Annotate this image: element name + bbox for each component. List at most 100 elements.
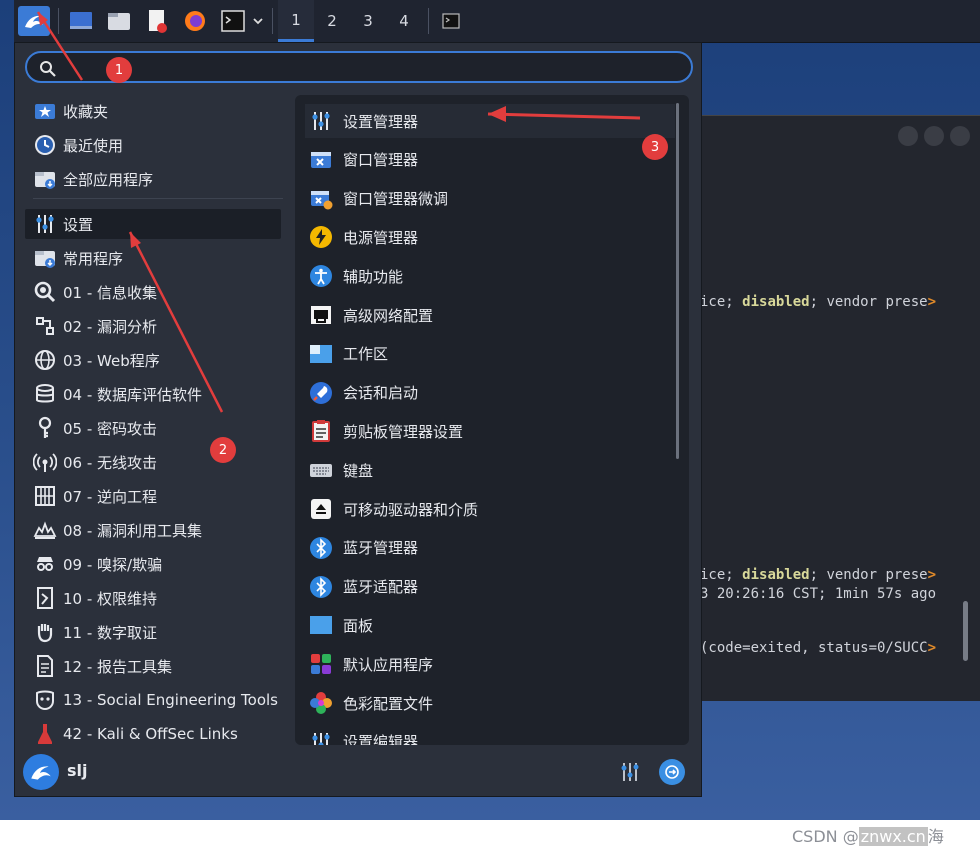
terminal-line: ice; disabled; vendor prese> bbox=[700, 567, 937, 583]
workspace-label: 2 bbox=[327, 12, 337, 30]
category-item[interactable]: 03 - Web程序 bbox=[25, 345, 281, 375]
bluetooth-icon bbox=[305, 571, 337, 603]
category-item[interactable]: 07 - 逆向工程 bbox=[25, 481, 281, 511]
category-item[interactable]: 设置 bbox=[25, 209, 281, 239]
terminal-window[interactable]: ice; disabled; vendor prese> ice; disabl… bbox=[698, 115, 980, 701]
rocket-icon bbox=[305, 377, 337, 409]
app-item[interactable]: 键盘 bbox=[305, 453, 675, 487]
terminal-dropdown-button[interactable] bbox=[250, 6, 266, 36]
terminal-scrollbar[interactable] bbox=[963, 601, 968, 661]
category-item[interactable]: 01 - 信息收集 bbox=[25, 277, 281, 307]
category-item[interactable]: 02 - 漏洞分析 bbox=[25, 311, 281, 341]
app-item[interactable]: 辅助功能 bbox=[305, 259, 675, 293]
app-item[interactable]: 默认应用程序 bbox=[305, 647, 675, 681]
settings-sliders-icon bbox=[305, 726, 337, 745]
app-item[interactable]: 设置管理器 bbox=[305, 104, 675, 138]
app-item[interactable]: 面板 bbox=[305, 608, 675, 642]
category-item[interactable]: 08 - 漏洞利用工具集 bbox=[25, 515, 281, 545]
door-icon bbox=[33, 586, 57, 610]
workspace-3[interactable]: 3 bbox=[350, 0, 386, 42]
category-label: 收藏夹 bbox=[63, 102, 109, 121]
window-button-terminal[interactable] bbox=[438, 6, 464, 36]
app-label: 工作区 bbox=[343, 345, 389, 364]
close-button[interactable] bbox=[950, 126, 970, 146]
app-item[interactable]: 高级网络配置 bbox=[305, 298, 675, 332]
workspace-label: 4 bbox=[399, 12, 409, 30]
app-item[interactable]: 色彩配置文件 bbox=[305, 686, 675, 720]
category-item[interactable]: 05 - 密码攻击 bbox=[25, 413, 281, 443]
workspace-icon bbox=[305, 338, 337, 370]
app-label: 蓝牙适配器 bbox=[343, 578, 419, 597]
key-icon bbox=[33, 416, 57, 440]
category-item[interactable]: 06 - 无线攻击 bbox=[25, 447, 281, 477]
database-icon bbox=[33, 382, 57, 406]
category-item[interactable]: 04 - 数据库评估软件 bbox=[25, 379, 281, 409]
app-label: 面板 bbox=[343, 616, 374, 635]
category-label: 08 - 漏洞利用工具集 bbox=[63, 521, 203, 540]
window-x-icon bbox=[305, 144, 337, 176]
show-desktop-button[interactable] bbox=[66, 6, 96, 36]
category-item[interactable]: 13 - Social Engineering Tools bbox=[25, 685, 281, 715]
eject-icon bbox=[305, 493, 337, 525]
folder-download-icon bbox=[33, 167, 57, 191]
workspace-2[interactable]: 2 bbox=[314, 0, 350, 42]
category-item[interactable]: 12 - 报告工具集 bbox=[25, 651, 281, 681]
application-menu: 收藏夹最近使用全部应用程序 设置常用程序 01 - 信息收集 02 - 漏洞分析 03 … bbox=[14, 42, 702, 797]
folder-download-icon bbox=[33, 246, 57, 270]
workspace-1[interactable]: 1 bbox=[278, 0, 314, 42]
app-label: 蓝牙管理器 bbox=[343, 539, 419, 558]
bug-scan-icon bbox=[33, 314, 57, 338]
app-item[interactable]: 电源管理器 bbox=[305, 220, 675, 254]
settings-button[interactable] bbox=[617, 759, 643, 785]
app-list-scrollbar[interactable] bbox=[676, 103, 679, 459]
category-item[interactable]: 09 - 嗅探/欺骗 bbox=[25, 549, 281, 579]
kali-menu-button[interactable] bbox=[18, 6, 50, 36]
file-manager-button[interactable] bbox=[104, 6, 134, 36]
category-item[interactable]: 常用程序 bbox=[25, 243, 281, 273]
magnifier-icon bbox=[33, 280, 57, 304]
app-item[interactable]: 蓝牙管理器 bbox=[305, 531, 675, 565]
document-icon bbox=[33, 654, 57, 678]
logout-button[interactable] bbox=[659, 759, 685, 785]
terminal-button[interactable] bbox=[218, 6, 248, 36]
network-port-icon bbox=[305, 299, 337, 331]
app-item[interactable]: 蓝牙适配器 bbox=[305, 570, 675, 604]
category-item[interactable]: 全部应用程序 bbox=[25, 164, 281, 194]
category-item[interactable]: 11 - 数字取证 bbox=[25, 617, 281, 647]
app-label: 键盘 bbox=[343, 461, 374, 480]
text-editor-button[interactable] bbox=[142, 6, 172, 36]
app-item[interactable]: 设置编辑器 bbox=[305, 725, 675, 745]
category-label: 01 - 信息收集 bbox=[63, 283, 158, 302]
mask-icon bbox=[33, 688, 57, 712]
app-label: 辅助功能 bbox=[343, 267, 404, 286]
category-item[interactable]: 10 - 权限维持 bbox=[25, 583, 281, 613]
watermark: CSDN @ znwx.cn 海 bbox=[792, 827, 944, 846]
category-label: 05 - 密码攻击 bbox=[63, 419, 158, 438]
app-item[interactable]: 会话和启动 bbox=[305, 376, 675, 410]
firefox-button[interactable] bbox=[180, 6, 210, 36]
app-item[interactable]: 可移动驱动器和介质 bbox=[305, 492, 675, 526]
app-label: 会话和启动 bbox=[343, 384, 419, 403]
category-item[interactable]: 收藏夹 bbox=[25, 96, 281, 126]
color-profile-icon bbox=[305, 687, 337, 719]
category-divider bbox=[33, 198, 283, 199]
category-label: 03 - Web程序 bbox=[63, 351, 160, 370]
workspace-4[interactable]: 4 bbox=[386, 0, 422, 42]
star-folder-icon bbox=[33, 99, 57, 123]
minimize-button[interactable] bbox=[898, 126, 918, 146]
terminal-icon bbox=[221, 10, 245, 32]
app-item[interactable]: 剪贴板管理器设置 bbox=[305, 414, 675, 448]
wireless-icon bbox=[33, 450, 57, 474]
app-item[interactable]: 窗口管理器微调 bbox=[305, 182, 675, 216]
maximize-button[interactable] bbox=[924, 126, 944, 146]
app-item[interactable]: 工作区 bbox=[305, 337, 675, 371]
category-label: 10 - 权限维持 bbox=[63, 589, 158, 608]
app-item[interactable]: 窗口管理器 bbox=[305, 143, 675, 177]
search-input[interactable] bbox=[65, 57, 669, 79]
workspace-label: 3 bbox=[363, 12, 373, 30]
category-item[interactable]: 42 - Kali & OffSec Links bbox=[25, 719, 281, 749]
app-label: 窗口管理器微调 bbox=[343, 190, 449, 209]
kali-dragon-icon bbox=[25, 15, 43, 28]
category-item[interactable]: 最近使用 bbox=[25, 130, 281, 160]
app-label: 电源管理器 bbox=[343, 228, 419, 247]
